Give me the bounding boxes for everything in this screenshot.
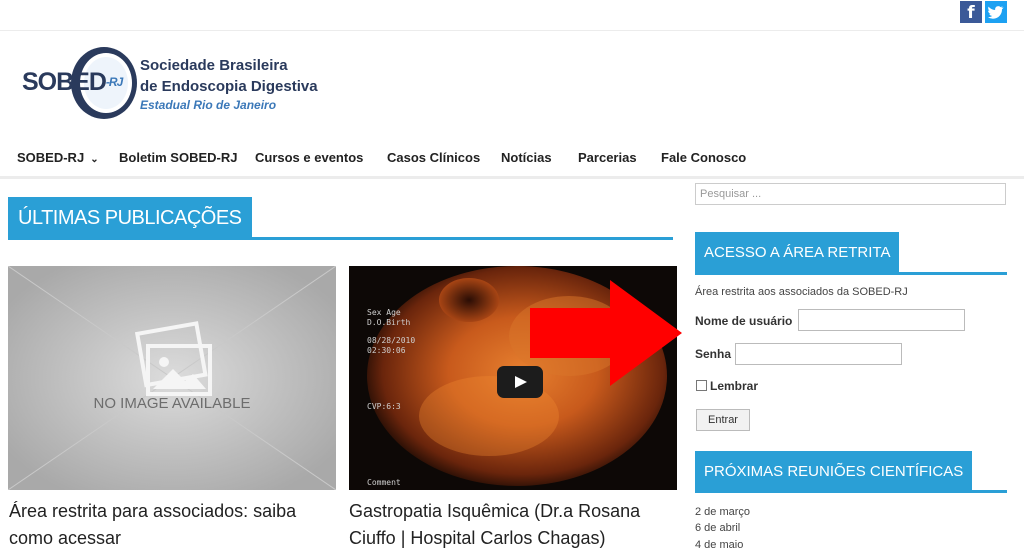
nav-item-sobed-rj[interactable]: SOBED-RJ ⌄ — [17, 150, 99, 165]
post-title-1[interactable]: Área restrita para associados: saiba com… — [9, 498, 339, 552]
logo-subtitle: Estadual Rio de Janeiro — [140, 98, 277, 112]
no-image-placeholder — [8, 266, 336, 490]
login-description: Área restrita aos associados da SOBED-RJ — [695, 286, 908, 298]
site-logo[interactable]: SOBED-RJ Sociedade Brasileira de Endosco… — [20, 45, 340, 125]
video-overlay-sex-age: Sex Age — [367, 308, 401, 317]
nav-item-fale-conosco[interactable]: Fale Conosco — [661, 150, 746, 165]
search-input[interactable]: Pesquisar ... — [695, 183, 1006, 205]
facebook-icon[interactable]: f — [960, 1, 982, 23]
meeting-date-1[interactable]: 2 de março — [695, 506, 750, 518]
red-arrow-annotation — [530, 280, 682, 386]
nav-item-label: SOBED-RJ — [17, 150, 85, 165]
remember-checkbox[interactable] — [696, 380, 707, 391]
login-widget-title: ACESSO A ÁREA RETRITA — [695, 232, 900, 274]
nav-item-parcerias[interactable]: Parcerias — [578, 150, 637, 165]
main-nav: SOBED-RJ ⌄ Boletim SOBED-RJ Cursos e even… — [0, 142, 1024, 179]
login-submit-button[interactable]: Entrar — [696, 409, 750, 431]
nav-item-casos-clinicos[interactable]: Casos Clínicos — [387, 150, 480, 165]
section-title: ÚLTIMAS PUBLICAÇÕES — [8, 197, 252, 240]
video-overlay-time: 02:30:06 — [367, 346, 406, 355]
password-field[interactable] — [735, 343, 902, 365]
nav-item-boletim[interactable]: Boletim SOBED-RJ — [119, 150, 237, 165]
video-overlay-birth: D.O.Birth — [367, 318, 411, 327]
video-overlay-date: 08/28/2010 — [367, 336, 416, 345]
password-label: Senha — [695, 347, 732, 361]
top-bar: f — [0, 0, 1024, 31]
logo-mark-main: SOBED — [22, 68, 107, 96]
meetings-widget-title: PRÓXIMAS REUNIÕES CIENTÍFICAS — [695, 451, 973, 493]
username-label: Nome de usuário — [695, 314, 793, 328]
username-field[interactable] — [798, 309, 965, 331]
logo-title-line1: Sociedade Brasileira — [140, 57, 288, 74]
post-title-2[interactable]: Gastropatia Isquêmica (Dr.a Rosana Ciuff… — [349, 498, 679, 552]
logo-title-line2: de Endoscopia Digestiva — [140, 78, 318, 95]
no-image-text: NO IMAGE AVAILABLE — [93, 395, 251, 412]
remember-label: Lembrar — [710, 379, 759, 393]
meeting-date-3[interactable]: 4 de maio — [695, 539, 743, 551]
post-thumbnail-1[interactable]: NO IMAGE AVAILABLE — [8, 266, 336, 490]
nav-item-noticias[interactable]: Notícias — [501, 150, 552, 165]
video-overlay-cvp: CVP:6:3 — [367, 402, 401, 411]
logo-mark-text: SOBED-RJ — [22, 68, 123, 97]
nav-item-cursos[interactable]: Cursos e eventos — [255, 150, 363, 165]
chevron-down-icon: ⌄ — [90, 154, 99, 165]
video-overlay-comment: Comment — [367, 478, 401, 487]
logo-mark-suffix: -RJ — [105, 75, 123, 89]
meeting-date-2[interactable]: 6 de abril — [695, 522, 740, 534]
twitter-icon[interactable] — [985, 1, 1007, 23]
twitter-bird-icon — [988, 6, 1004, 19]
